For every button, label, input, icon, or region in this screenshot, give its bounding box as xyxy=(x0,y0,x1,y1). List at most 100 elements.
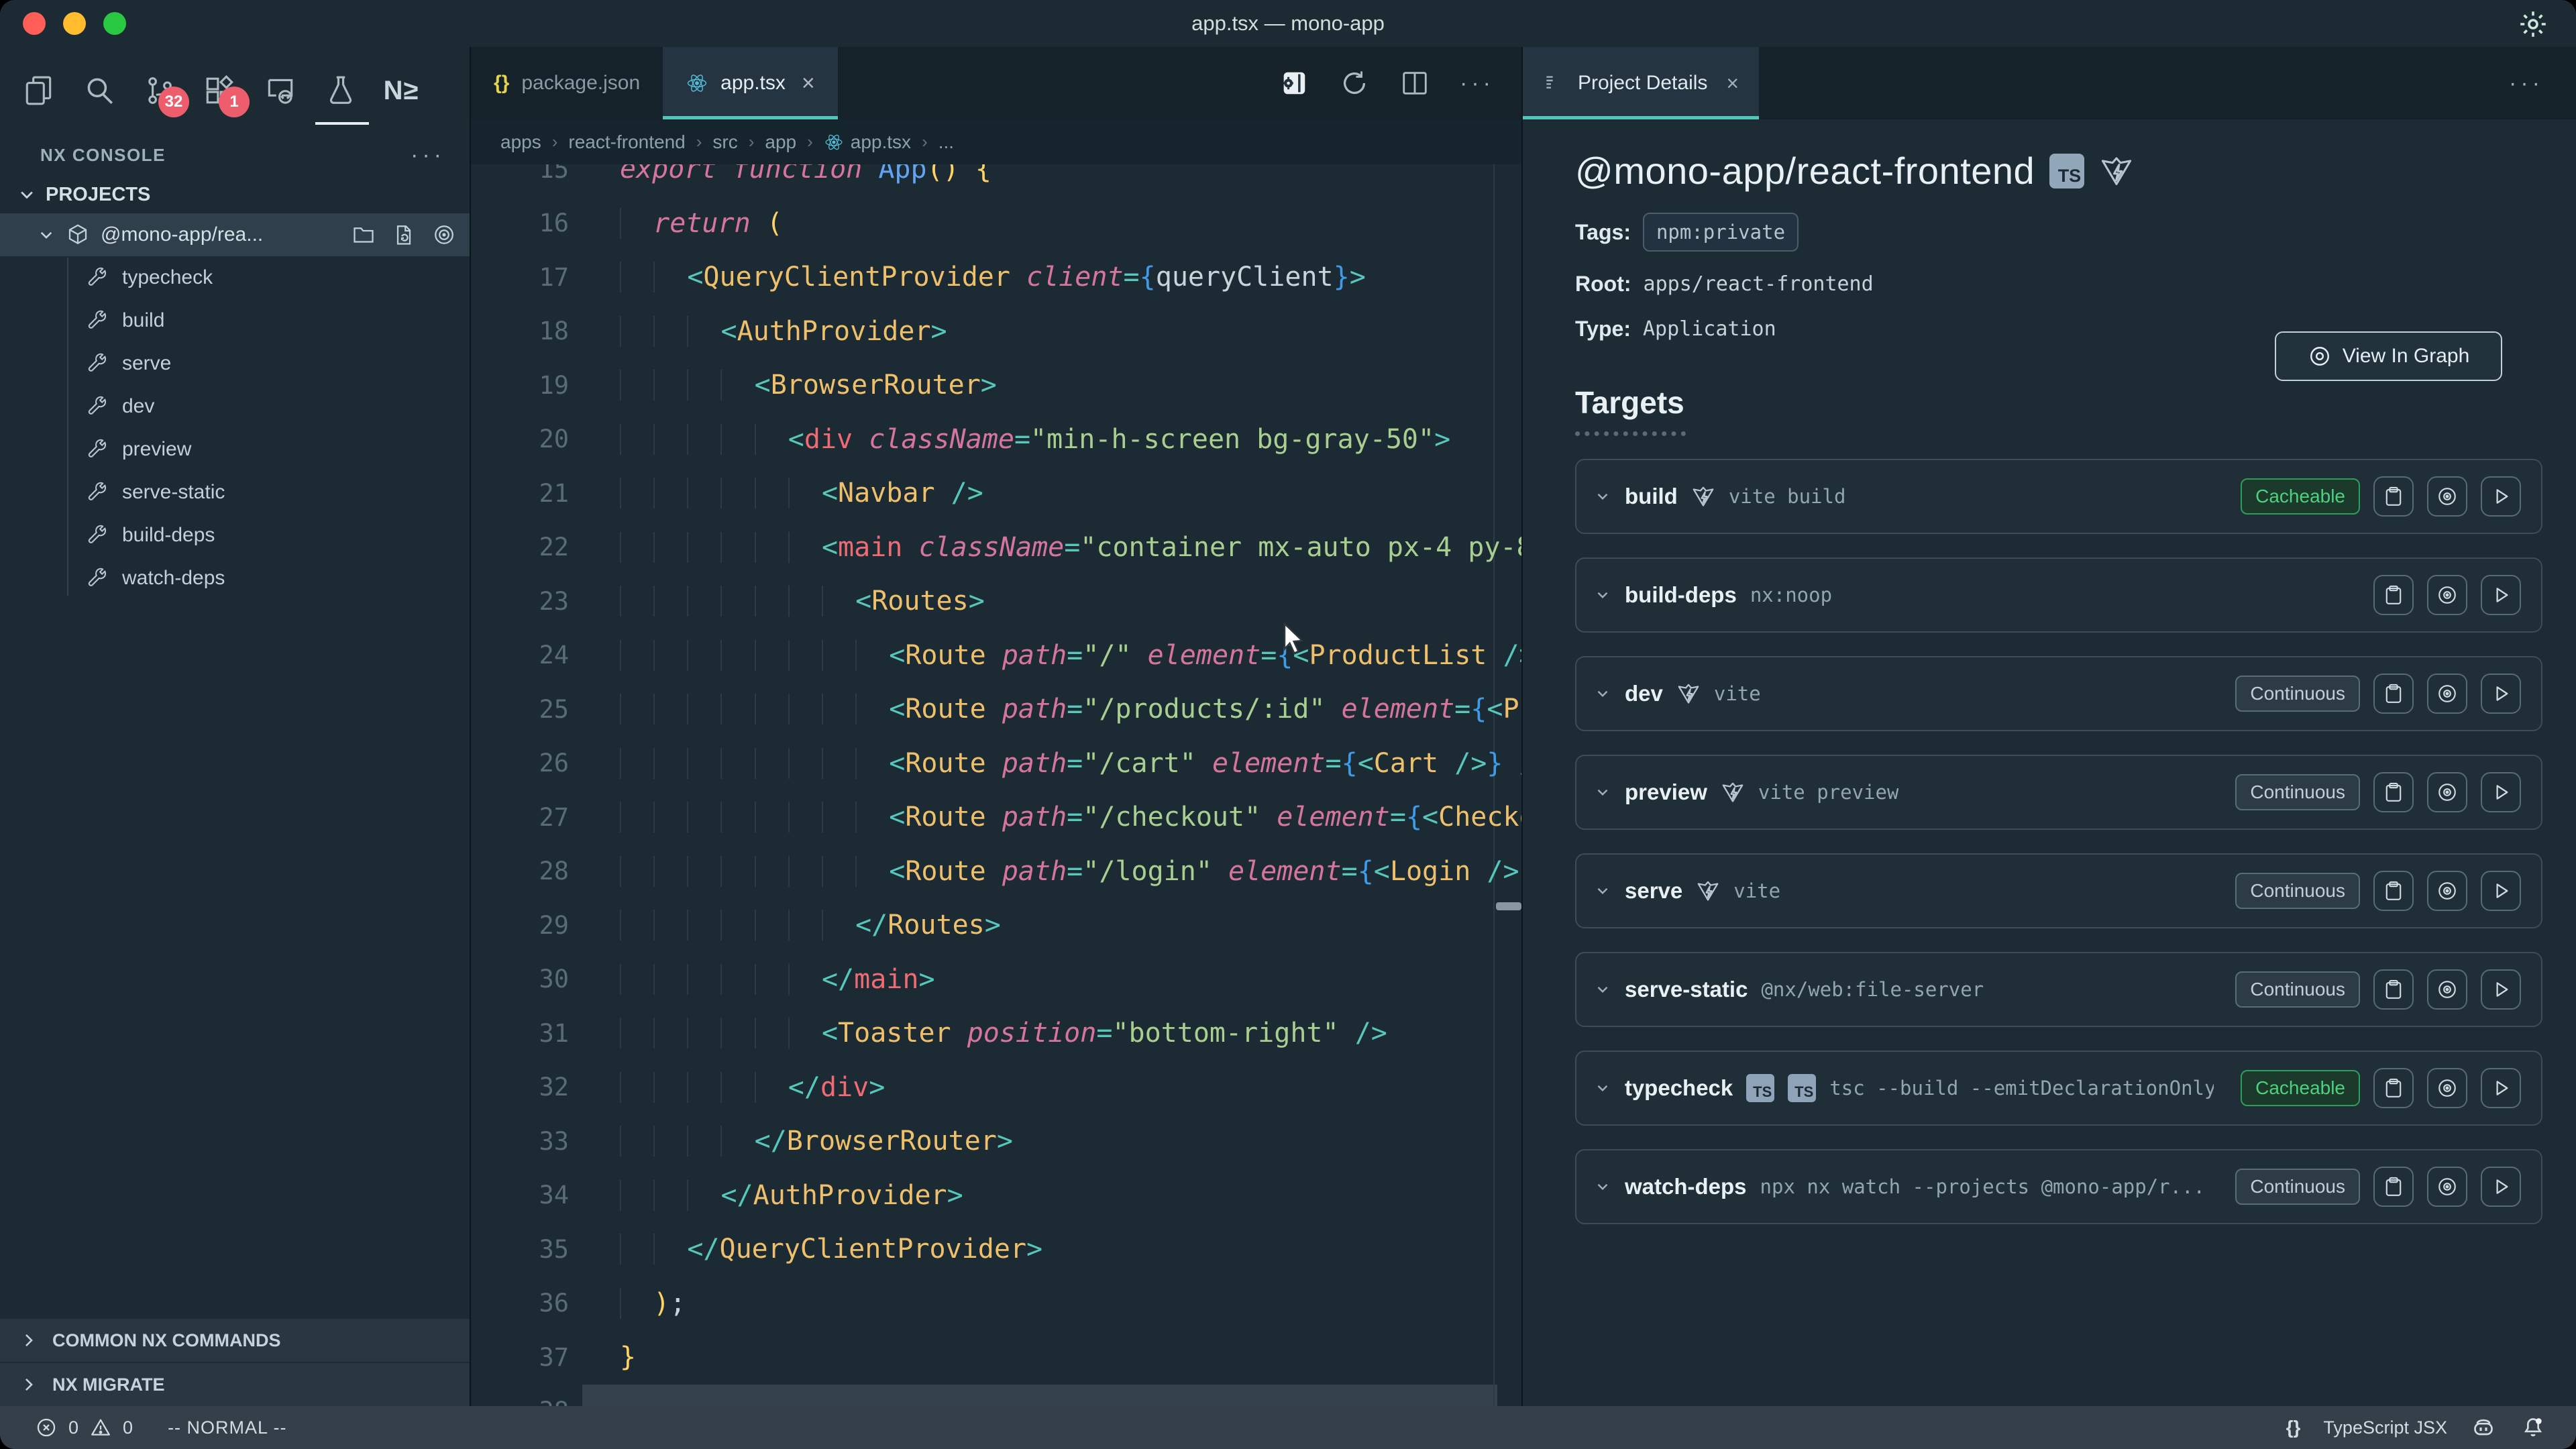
refresh-icon[interactable] xyxy=(1339,68,1370,99)
code-line-27[interactable]: 27<Route path="/checkout" element={<Chec… xyxy=(471,790,1521,845)
sidebar-task-serve-static[interactable]: serve-static xyxy=(0,471,470,514)
code-line-33[interactable]: 33</BrowserRouter> xyxy=(471,1114,1521,1169)
copy-task-button[interactable] xyxy=(2373,674,2414,714)
view-target-button[interactable] xyxy=(2427,871,2467,911)
editor-more-actions-icon[interactable]: ··· xyxy=(1460,76,1495,90)
close-tab-icon[interactable]: × xyxy=(802,70,815,97)
sidebar-task-dev[interactable]: dev xyxy=(0,385,470,428)
view-target-button[interactable] xyxy=(2427,1068,2467,1108)
file-refresh-icon[interactable] xyxy=(392,223,416,247)
view-target-button[interactable] xyxy=(2427,674,2467,714)
sidebar-project-row[interactable]: @mono-app/rea... xyxy=(0,213,470,256)
explorer-icon[interactable] xyxy=(20,72,58,109)
sidebar-task-serve[interactable]: serve xyxy=(0,342,470,385)
run-target-button[interactable] xyxy=(2481,1167,2521,1207)
sidebar-task-build[interactable]: build xyxy=(0,299,470,342)
sidebar-task-build-deps[interactable]: build-deps xyxy=(0,514,470,557)
code-line-28[interactable]: 28<Route path="/login" element={<Login /… xyxy=(471,845,1521,899)
view-target-button[interactable] xyxy=(2427,575,2467,615)
code-line-17[interactable]: 17<QueryClientProvider client={queryClie… xyxy=(471,250,1521,305)
breadcrumb-item[interactable]: apps xyxy=(500,131,541,153)
code-editor[interactable]: 15export function App() {16return (17<Qu… xyxy=(471,164,1521,1406)
code-line-15[interactable]: 15export function App() { xyxy=(471,164,1521,197)
tab-app-tsx[interactable]: app.tsx × xyxy=(663,47,838,119)
run-target-button[interactable] xyxy=(2481,871,2521,911)
tab-project-details[interactable]: Project Details × xyxy=(1523,47,1759,119)
code-line-19[interactable]: 19<BrowserRouter> xyxy=(471,358,1521,413)
sidebar-task-preview[interactable]: preview xyxy=(0,428,470,471)
view-target-button[interactable] xyxy=(2427,969,2467,1010)
code-line-36[interactable]: 36); xyxy=(471,1277,1521,1331)
sidebar-more-actions-icon[interactable]: ··· xyxy=(411,148,445,162)
view-in-graph-button[interactable]: View In Graph xyxy=(2275,331,2502,381)
copy-task-button[interactable] xyxy=(2373,476,2414,517)
code-line-20[interactable]: 20<div className="min-h-screen bg-gray-5… xyxy=(471,413,1521,467)
code-line-25[interactable]: 25<Route path="/products/:id" element={<… xyxy=(471,682,1521,737)
target-card-serve[interactable]: serveviteContinuous xyxy=(1575,853,2542,928)
testing-icon[interactable] xyxy=(322,72,360,109)
copy-task-button[interactable] xyxy=(2373,1167,2414,1207)
code-line-31[interactable]: 31<Toaster position="bottom-right" /> xyxy=(471,1006,1521,1061)
sidebar-task-typecheck[interactable]: typecheck xyxy=(0,256,470,299)
warnings-icon[interactable] xyxy=(89,1416,112,1439)
target-card-dev[interactable]: devviteContinuous xyxy=(1575,656,2542,731)
code-line-32[interactable]: 32</div> xyxy=(471,1061,1521,1115)
folder-icon[interactable] xyxy=(352,223,376,247)
code-line-29[interactable]: 29</Routes> xyxy=(471,898,1521,953)
code-line-26[interactable]: 26<Route path="/cart" element={<Cart />}… xyxy=(471,737,1521,791)
close-panel-icon[interactable]: × xyxy=(1726,71,1739,96)
copy-task-button[interactable] xyxy=(2373,772,2414,812)
code-line-21[interactable]: 21<Navbar /> xyxy=(471,466,1521,521)
remote-explorer-icon[interactable] xyxy=(262,72,299,109)
open-project-details-icon[interactable] xyxy=(1279,68,1309,99)
breadcrumb-item[interactable]: ... xyxy=(938,131,954,153)
breadcrumb-item[interactable]: app xyxy=(765,131,796,153)
code-line-22[interactable]: 22<main className="container mx-auto px-… xyxy=(471,521,1521,575)
target-card-build[interactable]: buildvite buildCacheable xyxy=(1575,459,2542,534)
copy-task-button[interactable] xyxy=(2373,1068,2414,1108)
code-line-16[interactable]: 16return ( xyxy=(471,197,1521,251)
code-line-24[interactable]: 24<Route path="/" element={<ProductList … xyxy=(471,629,1521,683)
sidebar-section-nx-migrate[interactable]: NX MIGRATE xyxy=(0,1362,470,1406)
run-target-button[interactable] xyxy=(2481,1068,2521,1108)
panel-more-actions-icon[interactable]: ··· xyxy=(2509,76,2576,90)
extensions-icon[interactable]: 1 xyxy=(201,72,239,109)
target-card-serve-static[interactable]: serve-static@nx/web:file-serverContinuou… xyxy=(1575,952,2542,1027)
breadcrumb-item[interactable]: app.tsx xyxy=(824,131,911,153)
code-line-35[interactable]: 35</QueryClientProvider> xyxy=(471,1222,1521,1277)
source-control-icon[interactable]: 32 xyxy=(141,72,178,109)
run-target-button[interactable] xyxy=(2481,575,2521,615)
split-editor-icon[interactable] xyxy=(1399,68,1430,99)
nx-console-icon[interactable]: N≥ xyxy=(382,72,420,109)
warnings-count[interactable]: 0 xyxy=(123,1417,133,1438)
copy-task-button[interactable] xyxy=(2373,969,2414,1010)
language-mode[interactable]: TypeScript JSX xyxy=(2323,1417,2447,1438)
projects-section-header[interactable]: PROJECTS xyxy=(0,176,470,213)
view-target-button[interactable] xyxy=(2427,1167,2467,1207)
editor-scrollbar-thumb[interactable] xyxy=(1496,902,1521,910)
run-target-button[interactable] xyxy=(2481,772,2521,812)
view-target-button[interactable] xyxy=(2427,772,2467,812)
code-line-18[interactable]: 18<AuthProvider> xyxy=(471,305,1521,359)
notifications-bell-icon[interactable] xyxy=(2520,1414,2546,1441)
search-icon[interactable] xyxy=(80,72,118,109)
tab-package-json[interactable]: {} package.json xyxy=(471,47,663,119)
sidebar-task-watch-deps[interactable]: watch-deps xyxy=(0,557,470,600)
run-target-button[interactable] xyxy=(2481,969,2521,1010)
copy-task-button[interactable] xyxy=(2373,871,2414,911)
breadcrumb-item[interactable]: src xyxy=(712,131,737,153)
target-card-build-deps[interactable]: build-depsnx:noop xyxy=(1575,557,2542,633)
settings-gear-icon[interactable] xyxy=(2517,8,2549,44)
code-line-38[interactable]: 38 xyxy=(471,1385,1521,1407)
code-line-30[interactable]: 30</main> xyxy=(471,953,1521,1007)
target-icon[interactable] xyxy=(432,223,456,247)
copilot-icon[interactable] xyxy=(2470,1414,2497,1441)
errors-count[interactable]: 0 xyxy=(68,1417,78,1438)
code-line-34[interactable]: 34</AuthProvider> xyxy=(471,1169,1521,1223)
run-target-button[interactable] xyxy=(2481,674,2521,714)
code-line-37[interactable]: 37} xyxy=(471,1330,1521,1385)
target-card-watch-deps[interactable]: watch-depsnpx nx watch --projects @mono-… xyxy=(1575,1149,2542,1224)
run-target-button[interactable] xyxy=(2481,476,2521,517)
code-line-23[interactable]: 23<Routes> xyxy=(471,574,1521,629)
breadcrumb-item[interactable]: react-frontend xyxy=(568,131,685,153)
